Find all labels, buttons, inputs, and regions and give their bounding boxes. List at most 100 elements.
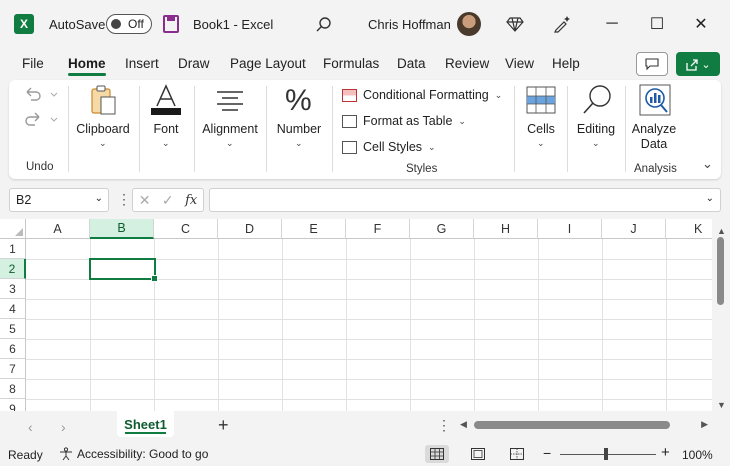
share-button[interactable]: ⌄	[676, 52, 720, 76]
editing-button[interactable]: Editing ⌄	[572, 84, 620, 152]
tab-help[interactable]: Help	[552, 56, 580, 71]
horizontal-scrollbar[interactable]: ◀ ▶	[458, 417, 712, 433]
tab-page-layout[interactable]: Page Layout	[230, 56, 306, 71]
cell-styles-button[interactable]: Cell Styles ⌄	[342, 140, 436, 154]
divider	[68, 86, 69, 172]
search-icon[interactable]	[315, 16, 333, 34]
more-options-icon[interactable]: ⋮	[437, 417, 451, 434]
row-header[interactable]: 9	[0, 399, 26, 411]
clipboard-icon	[91, 85, 116, 115]
ribbon: Undo Clipboard ⌄ Font ⌄ Alignment ⌄ % Nu…	[9, 80, 721, 179]
select-all-button[interactable]	[0, 219, 26, 239]
column-header[interactable]: D	[218, 219, 282, 239]
row-header[interactable]: 1	[0, 239, 26, 259]
name-box[interactable]: B2 ⌄	[9, 188, 109, 212]
column-header[interactable]: B	[90, 219, 154, 239]
prev-sheet-icon[interactable]: ‹	[28, 419, 33, 435]
page-layout-view-button[interactable]	[466, 445, 490, 463]
format-as-table-button[interactable]: Format as Table ⌄	[342, 114, 466, 128]
page-layout-icon	[471, 448, 485, 460]
column-header[interactable]: E	[282, 219, 346, 239]
diamond-icon[interactable]	[506, 15, 524, 33]
enter-icon[interactable]: ✓	[162, 192, 174, 209]
row-header[interactable]: 4	[0, 299, 26, 319]
gridline	[410, 239, 411, 411]
chevron-down-icon: ⌄	[592, 138, 600, 148]
minimize-button[interactable]: ─	[597, 10, 627, 38]
comments-button[interactable]	[636, 52, 668, 76]
cancel-icon[interactable]: ✕	[139, 192, 151, 209]
insert-function-icon[interactable]: fx	[185, 193, 197, 208]
add-sheet-button[interactable]: +	[218, 415, 229, 436]
vertical-scrollbar[interactable]: ▲ ▼	[712, 219, 730, 411]
zoom-out-button[interactable]: −	[543, 445, 551, 461]
row-header[interactable]: 8	[0, 379, 26, 399]
zoom-slider[interactable]	[560, 454, 656, 455]
column-header[interactable]: K	[666, 219, 712, 239]
clipboard-button[interactable]: Clipboard ⌄	[73, 84, 133, 152]
spreadsheet-grid[interactable]: A B C D E F G H I J K 1 2 3 4 5 6 7 8 9	[0, 219, 712, 411]
scroll-up-icon[interactable]: ▲	[717, 226, 726, 236]
chevron-down-icon[interactable]: ⌄	[706, 193, 714, 204]
tab-draw[interactable]: Draw	[178, 56, 210, 71]
excel-logo-icon: X	[14, 14, 34, 34]
save-icon[interactable]	[163, 15, 179, 33]
tab-formulas[interactable]: Formulas	[323, 56, 379, 71]
user-name[interactable]: Chris Hoffman	[368, 17, 451, 32]
formula-input[interactable]: ⌄	[209, 188, 721, 212]
gridline	[346, 239, 347, 411]
avatar[interactable]	[457, 12, 481, 36]
accessibility-status[interactable]: Accessibility: Good to go	[59, 447, 208, 461]
sheet-tab[interactable]: Sheet1	[117, 411, 174, 437]
tab-view[interactable]: View	[505, 56, 534, 71]
zoom-level[interactable]: 100%	[682, 448, 713, 462]
gridline	[26, 319, 712, 320]
column-header[interactable]: G	[410, 219, 474, 239]
alignment-button[interactable]: Alignment ⌄	[199, 84, 261, 152]
conditional-formatting-button[interactable]: Conditional Formatting ⌄	[342, 88, 502, 102]
column-header[interactable]: C	[154, 219, 218, 239]
number-button[interactable]: % Number ⌄	[271, 84, 327, 152]
autosave-toggle[interactable]: Off	[106, 14, 152, 34]
row-header[interactable]: 7	[0, 359, 26, 379]
page-break-view-button[interactable]	[505, 445, 529, 463]
column-header[interactable]: J	[602, 219, 666, 239]
next-sheet-icon[interactable]: ›	[61, 419, 66, 435]
cells-button[interactable]: Cells ⌄	[520, 84, 562, 152]
analyze-data-button[interactable]: Analyze Data	[630, 84, 678, 154]
chevron-down-icon: ⌄	[226, 138, 234, 148]
zoom-in-button[interactable]: +	[661, 444, 670, 461]
tab-file[interactable]: File	[22, 56, 44, 71]
scroll-left-icon[interactable]: ◀	[460, 419, 467, 430]
more-options-icon[interactable]: ⋮	[117, 191, 131, 208]
column-header[interactable]: H	[474, 219, 538, 239]
tab-home[interactable]: Home	[68, 56, 106, 76]
font-button[interactable]: Font ⌄	[146, 84, 186, 152]
tab-insert[interactable]: Insert	[125, 56, 159, 71]
scroll-thumb[interactable]	[717, 237, 724, 305]
gridline	[26, 359, 712, 360]
column-header[interactable]: I	[538, 219, 602, 239]
row-header[interactable]: 2	[0, 259, 26, 279]
ribbon-expand-chevron-icon[interactable]: ⌄	[702, 156, 713, 172]
undo-icon[interactable]	[23, 86, 61, 104]
scroll-right-icon[interactable]: ▶	[701, 419, 708, 430]
redo-icon[interactable]	[23, 111, 61, 129]
scroll-thumb[interactable]	[474, 421, 670, 429]
tab-review[interactable]: Review	[445, 56, 489, 71]
chevron-down-icon[interactable]: ⌄	[95, 193, 103, 204]
maximize-button[interactable]: ☐	[642, 10, 672, 38]
normal-view-button[interactable]	[425, 445, 449, 463]
zoom-slider-thumb[interactable]	[604, 448, 608, 460]
row-header[interactable]: 5	[0, 319, 26, 339]
row-header[interactable]: 3	[0, 279, 26, 299]
pen-sparkle-icon[interactable]	[553, 15, 571, 33]
column-header[interactable]: F	[346, 219, 410, 239]
tab-data[interactable]: Data	[397, 56, 426, 71]
close-button[interactable]: ✕	[686, 10, 716, 38]
column-header[interactable]: A	[26, 219, 90, 239]
chevron-down-icon: ⌄	[428, 141, 436, 152]
row-header[interactable]: 6	[0, 339, 26, 359]
selected-cell[interactable]	[89, 258, 158, 282]
scroll-down-icon[interactable]: ▼	[717, 400, 726, 410]
